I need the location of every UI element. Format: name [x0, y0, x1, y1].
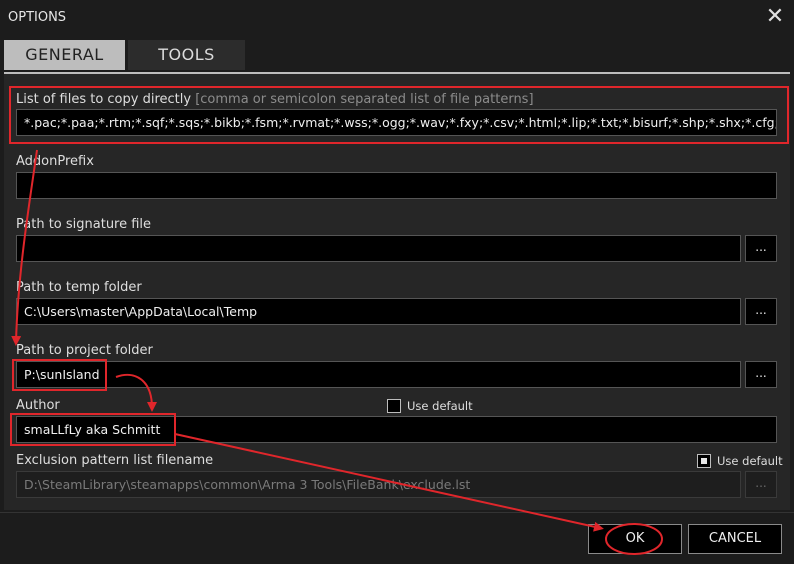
temp-folder-input[interactable]: C:\Users\master\AppData\Local\Temp — [16, 298, 741, 325]
project-folder-label: Path to project folder — [16, 343, 153, 358]
addon-prefix-label: AddonPrefix — [16, 154, 94, 169]
ok-button[interactable]: OK — [588, 524, 682, 554]
files-to-copy-label-text: List of files to copy directly — [16, 92, 192, 107]
files-to-copy-label: List of files to copy directly [comma or… — [16, 92, 534, 107]
exclusion-use-default-label: Use default — [717, 454, 783, 468]
tab-tools[interactable]: TOOLS — [128, 40, 245, 70]
signature-browse-button[interactable]: ... — [745, 235, 777, 262]
author-use-default-label: Use default — [407, 399, 473, 413]
signature-file-label: Path to signature file — [16, 217, 152, 232]
files-to-copy-hint: [comma or semicolon separated list of fi… — [195, 92, 534, 107]
close-icon[interactable]: ✕ — [764, 6, 786, 28]
title-bar: OPTIONS ✕ — [0, 0, 794, 36]
exclusion-input[interactable]: D:\SteamLibrary\steamapps\common\Arma 3 … — [16, 471, 741, 498]
addon-prefix-input[interactable] — [16, 172, 777, 199]
author-label: Author — [16, 398, 60, 413]
author-use-default-checkbox[interactable] — [387, 399, 401, 413]
tab-general[interactable]: GENERAL — [4, 40, 125, 70]
temp-folder-label: Path to temp folder — [16, 280, 142, 295]
project-folder-input[interactable]: P:\sunIsland — [16, 361, 741, 388]
temp-folder-browse-button[interactable]: ... — [745, 298, 777, 325]
exclusion-label: Exclusion pattern list filename — [16, 453, 214, 468]
cancel-button[interactable]: CANCEL — [688, 524, 782, 554]
exclusion-browse-button[interactable]: ... — [745, 471, 777, 498]
options-dialog: OPTIONS ✕ GENERAL TOOLS List of files to… — [0, 0, 794, 564]
tab-bar: GENERAL TOOLS — [4, 40, 790, 72]
exclusion-use-default-checkbox[interactable] — [697, 454, 711, 468]
author-input[interactable]: smaLLfLy aka Schmitt — [16, 416, 777, 443]
window-title: OPTIONS — [8, 10, 67, 25]
files-to-copy-input[interactable]: *.pac;*.paa;*.rtm;*.sqf;*.sqs;*.bikb;*.f… — [16, 109, 777, 136]
signature-file-input[interactable] — [16, 235, 741, 262]
project-folder-browse-button[interactable]: ... — [745, 361, 777, 388]
